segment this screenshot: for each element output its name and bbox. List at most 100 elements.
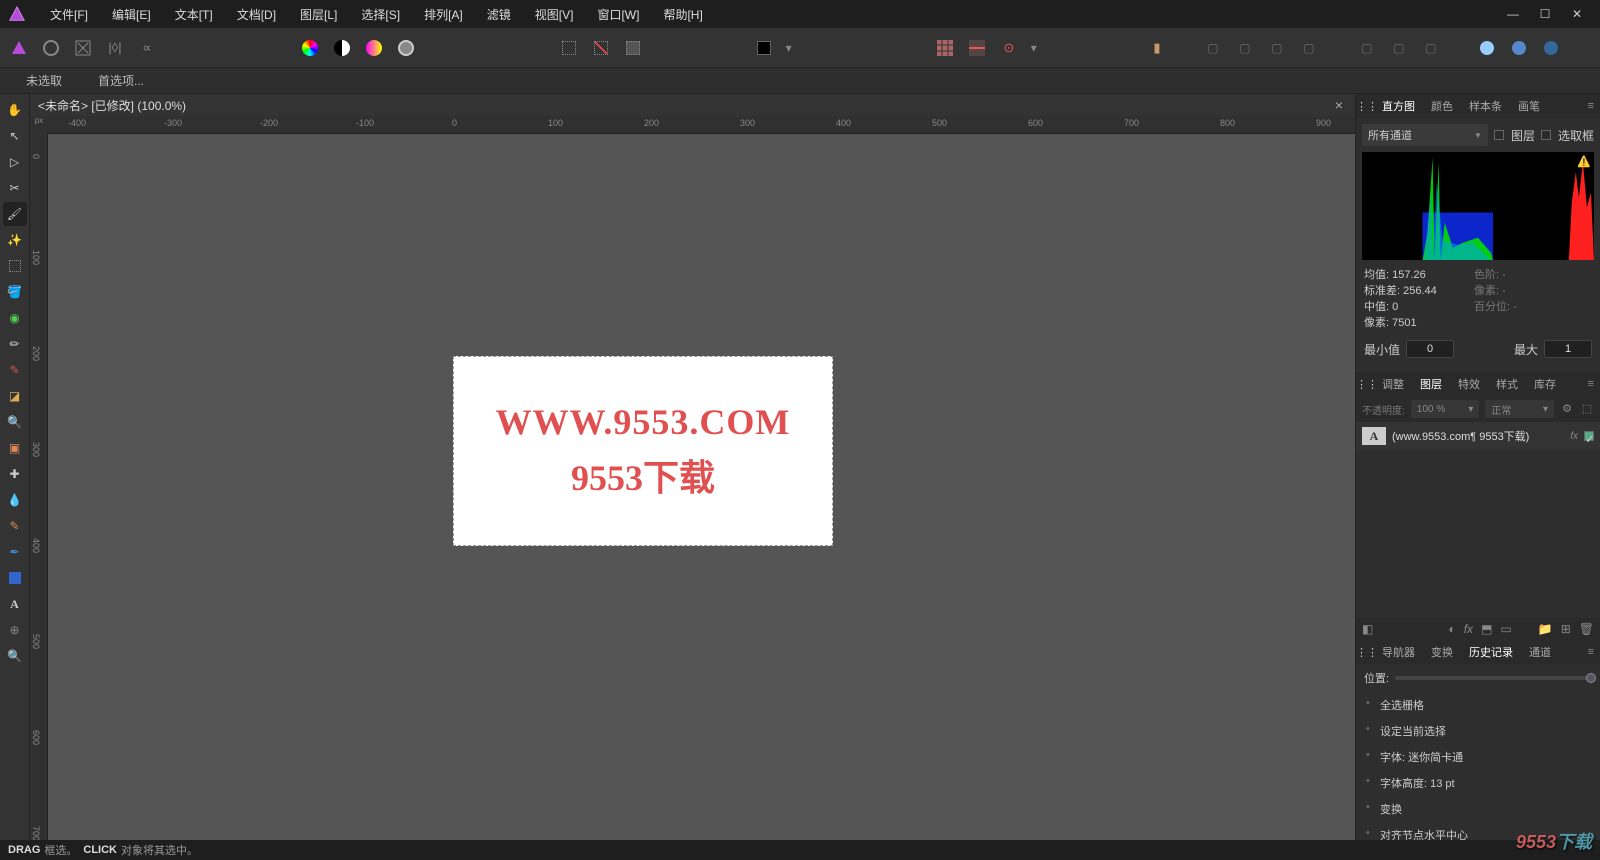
text-tool[interactable]: A <box>3 592 27 616</box>
layer-visibility-checkbox[interactable]: ✓ <box>1584 431 1594 441</box>
history-panel-menu-icon[interactable]: ≡ <box>1588 646 1600 658</box>
tab-navigator[interactable]: 导航器 <box>1374 644 1423 660</box>
adjustment-icon[interactable]: ◐ <box>1448 622 1455 636</box>
select-all-icon[interactable] <box>556 35 582 61</box>
layers-panel-menu-icon[interactable]: ≡ <box>1588 378 1600 390</box>
tab-transform[interactable]: 变换 <box>1423 644 1461 660</box>
snap-dd-icon[interactable]: ▾ <box>1028 35 1040 61</box>
deselect-icon[interactable] <box>588 35 614 61</box>
tab-stock[interactable]: 库存 <box>1526 376 1564 392</box>
add-layer-icon[interactable]: ⊞ <box>1561 622 1571 636</box>
mode-1-icon[interactable] <box>1474 35 1500 61</box>
group-icon[interactable]: ▭ <box>1500 622 1511 636</box>
assistant-icon[interactable]: ▮ <box>1144 35 1170 61</box>
menu-view[interactable]: 视图[V] <box>523 6 586 23</box>
crop-tool[interactable]: ✂ <box>3 176 27 200</box>
magic-wand-tool[interactable]: ✨ <box>3 228 27 252</box>
swatch-icon[interactable] <box>751 35 777 61</box>
history-item[interactable]: 设定当前选择 <box>1356 718 1600 744</box>
fill-tool[interactable]: 🪣 <box>3 280 27 304</box>
menu-file[interactable]: 文件[F] <box>38 6 100 23</box>
color-wheel-icon[interactable] <box>297 35 323 61</box>
shape-tool[interactable] <box>3 566 27 590</box>
tab-color[interactable]: 颜色 <box>1423 98 1461 114</box>
window-maximize-icon[interactable]: ☐ <box>1538 7 1552 21</box>
menu-filter[interactable]: 滤镜 <box>475 6 523 23</box>
swatch-dropdown-icon[interactable]: ▾ <box>783 35 795 61</box>
dodge-tool[interactable]: ✎ <box>3 514 27 538</box>
paint-brush-tool[interactable]: ✏ <box>3 332 27 356</box>
ctx-prefs-label[interactable]: 首选项... <box>80 72 162 89</box>
history-item[interactable]: 字体: 迷你简卡通 <box>1356 744 1600 770</box>
document-tab-close-icon[interactable]: × <box>1335 97 1347 113</box>
node-tool[interactable]: ▷ <box>3 150 27 174</box>
delete-layer-icon[interactable]: 🗑 <box>1579 622 1594 636</box>
pixel-tool[interactable]: ✎ <box>3 358 27 382</box>
window-close-icon[interactable]: ✕ <box>1570 7 1584 21</box>
pen-tool[interactable]: ✒ <box>3 540 27 564</box>
layer-checkbox[interactable] <box>1494 130 1504 140</box>
menu-help[interactable]: 帮助[H] <box>651 6 714 23</box>
tab-adjust[interactable]: 调整 <box>1374 376 1412 392</box>
menu-select[interactable]: 选择[S] <box>349 6 412 23</box>
gradient-tool[interactable]: ◉ <box>3 306 27 330</box>
viewport[interactable]: WWW.9553.COM 9553下载 <box>48 134 1355 860</box>
blur-tool[interactable]: 💧 <box>3 488 27 512</box>
channel-dropdown[interactable]: 所有通道▼ <box>1362 124 1488 146</box>
fx-icon-2[interactable]: fx <box>1464 622 1473 636</box>
invert-select-icon[interactable] <box>620 35 646 61</box>
guides-icon[interactable] <box>964 35 990 61</box>
history-item[interactable]: 全选栅格 <box>1356 692 1600 718</box>
window-minimize-icon[interactable]: — <box>1506 7 1520 21</box>
menu-edit[interactable]: 编辑[E] <box>100 6 163 23</box>
min-input[interactable]: 0 <box>1406 340 1454 358</box>
persona-tone-icon[interactable]: |◊| <box>102 35 128 61</box>
clip-icon[interactable]: ⬒ <box>1481 622 1492 636</box>
tab-layers[interactable]: 图层 <box>1412 376 1450 392</box>
max-input[interactable]: 1 <box>1544 340 1592 358</box>
view-tool[interactable]: 🔍 <box>3 644 27 668</box>
opacity-input[interactable]: 100 %▾ <box>1411 400 1480 418</box>
heal-tool[interactable]: ✚ <box>3 462 27 486</box>
tab-brushes[interactable]: 画笔 <box>1510 98 1548 114</box>
tab-swatches[interactable]: 样本条 <box>1461 98 1510 114</box>
layer-fx-badge[interactable]: fx <box>1570 431 1578 442</box>
persona-export-icon[interactable]: ∝ <box>134 35 160 61</box>
menu-layer[interactable]: 图层[L] <box>288 6 349 23</box>
hand-tool[interactable]: ✋ <box>3 98 27 122</box>
tab-styles[interactable]: 样式 <box>1488 376 1526 392</box>
menu-arrange[interactable]: 排列[A] <box>412 6 475 23</box>
bw-adjust-icon[interactable] <box>329 35 355 61</box>
add-layer-folder-icon[interactable]: 📁 <box>1538 622 1553 636</box>
eraser-tool[interactable]: ◪ <box>3 384 27 408</box>
layer-gear-icon[interactable]: ⚙ <box>1560 402 1574 416</box>
layer-row[interactable]: A (www.9553.com¶ 9553下载) fx ✓ <box>1356 422 1600 450</box>
artboard[interactable]: WWW.9553.COM 9553下载 <box>453 356 833 546</box>
snap-icon[interactable]: ⊙ <box>996 35 1022 61</box>
grid-icon[interactable] <box>932 35 958 61</box>
tab-history[interactable]: 历史记录 <box>1461 644 1521 660</box>
history-item[interactable]: 变换 <box>1356 796 1600 822</box>
persona-liquify-icon[interactable] <box>38 35 64 61</box>
move-tool[interactable]: ↖ <box>3 124 27 148</box>
history-item[interactable]: 字体高度: 13 pt <box>1356 770 1600 796</box>
document-tab-title[interactable]: <未命名> [已修改] (100.0%) <box>38 97 186 114</box>
zoom-tool[interactable]: 🔍 <box>3 410 27 434</box>
persona-photo-icon[interactable] <box>6 35 32 61</box>
tab-channels[interactable]: 通道 <box>1521 644 1559 660</box>
soft-proof-icon[interactable] <box>393 35 419 61</box>
persona-develop-icon[interactable] <box>70 35 96 61</box>
menu-window[interactable]: 窗口[W] <box>585 6 651 23</box>
blend-mode-dropdown[interactable]: 正常▾ <box>1485 400 1554 418</box>
hue-adjust-icon[interactable] <box>361 35 387 61</box>
layer-lock-icon[interactable]: ⬚ <box>1580 402 1594 416</box>
clone-tool[interactable]: ▣ <box>3 436 27 460</box>
brush-select-tool[interactable]: 🖌 <box>3 202 27 226</box>
tab-effects[interactable]: 特效 <box>1450 376 1488 392</box>
panel-menu-icon[interactable]: ≡ <box>1588 100 1600 112</box>
tab-histogram[interactable]: 直方图 <box>1374 98 1423 114</box>
mode-3-icon[interactable] <box>1538 35 1564 61</box>
menu-document[interactable]: 文档[D] <box>225 6 288 23</box>
history-position-slider[interactable] <box>1395 676 1592 680</box>
marquee-tool[interactable] <box>3 254 27 278</box>
